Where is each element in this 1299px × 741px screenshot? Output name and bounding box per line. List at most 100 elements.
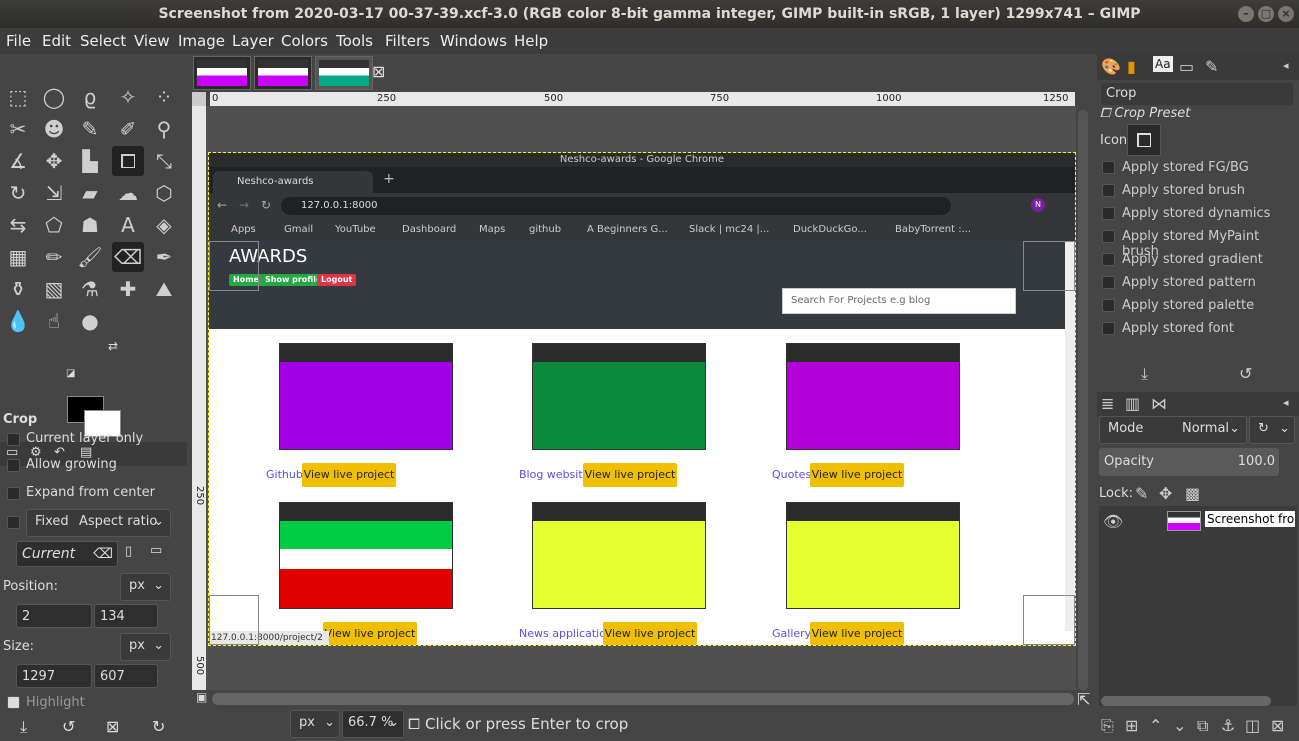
dock-menu-icon[interactable]: ◂ xyxy=(1283,59,1289,72)
channels-tab-icon[interactable]: ▥ xyxy=(1125,394,1140,413)
fuzzy-select-icon[interactable]: ✧ xyxy=(112,82,144,112)
menu-image[interactable]: Image xyxy=(178,32,225,50)
duplicate-layer-icon[interactable]: ⧉ xyxy=(1197,716,1208,736)
quick-mask-icon[interactable]: ▣ xyxy=(196,690,207,704)
free-select-icon[interactable]: ϱ xyxy=(74,82,106,112)
smudge-icon[interactable]: ☗ xyxy=(74,210,106,240)
landscape-icon[interactable]: ▭ xyxy=(150,543,162,558)
blur-icon[interactable]: 💧 xyxy=(2,306,34,336)
current-layer-only-checkbox[interactable] xyxy=(7,433,20,446)
anchor-layer-icon[interactable]: ⚓ xyxy=(1221,716,1235,735)
scale-icon[interactable]: ⇲ xyxy=(38,178,70,208)
apply-mypaint-checkbox[interactable] xyxy=(1102,230,1115,243)
heal-icon[interactable]: ✚ xyxy=(112,274,144,304)
rotate-icon[interactable]: ↻ xyxy=(2,178,34,208)
lower-layer-icon[interactable]: ⌄ xyxy=(1173,716,1186,735)
maximize-icon[interactable]: □ xyxy=(1258,6,1274,22)
palettes-tab-icon[interactable]: ▭ xyxy=(1179,57,1194,76)
apply-brush-checkbox[interactable] xyxy=(1102,184,1115,197)
default-colors-icon[interactable]: ◪ xyxy=(66,368,75,379)
expand-from-center-checkbox[interactable] xyxy=(7,487,20,500)
size-unit-dropdown[interactable]: px ⌄ xyxy=(120,633,171,661)
lock-alpha-icon[interactable]: ▩ xyxy=(1185,484,1200,503)
unified-transform-icon[interactable]: ⤡ xyxy=(148,146,180,176)
composite-mode-dropdown[interactable]: ↻ ⌄ xyxy=(1249,416,1295,444)
image-tab-1[interactable] xyxy=(193,56,251,90)
paths-icon[interactable]: ✎ xyxy=(74,114,106,144)
mode-dropdown[interactable]: Mode Normal ⌄ xyxy=(1099,416,1247,444)
image-tab-2[interactable] xyxy=(254,56,312,90)
save-options-icon[interactable]: ⤓ xyxy=(20,717,27,737)
fixed-aspect-dropdown[interactable]: Fixed Aspect ratio ⌄ xyxy=(26,509,171,537)
move-icon[interactable]: ✥ xyxy=(38,146,70,176)
scissors-icon[interactable]: ✂ xyxy=(2,114,34,144)
zoom-input[interactable]: 66.7 % ⌄ xyxy=(342,710,404,738)
apply-gradient-checkbox[interactable] xyxy=(1102,253,1115,266)
ruler-corner[interactable] xyxy=(192,92,206,106)
mypaint-brush-icon[interactable]: ▧ xyxy=(38,274,70,304)
menu-layer[interactable]: Layer xyxy=(232,32,274,50)
swap-colors-icon[interactable]: ⇄ xyxy=(108,339,118,353)
perspective-clone-icon[interactable]: ⛰ xyxy=(148,274,180,304)
size-height-input[interactable]: 607 xyxy=(94,664,158,688)
perspective-icon[interactable]: ⬡ xyxy=(148,178,180,208)
airbrush-icon[interactable]: ✒ xyxy=(148,242,180,272)
portrait-icon[interactable]: ▯ xyxy=(125,544,132,559)
crop-handle-bottom-right[interactable] xyxy=(1023,595,1075,645)
preset-name-input[interactable]: Crop xyxy=(1101,83,1293,105)
unit-dropdown[interactable]: px ⌄ xyxy=(290,710,340,738)
bucket-fill-icon[interactable]: ◈ xyxy=(148,210,180,240)
warp-icon[interactable]: ☁ xyxy=(112,178,144,208)
ellipse-select-icon[interactable]: ◯ xyxy=(38,82,70,112)
visibility-eye-icon[interactable]: 👁 xyxy=(1103,512,1123,531)
layers-tab-icon[interactable]: ≣ xyxy=(1101,394,1114,413)
eraser-icon[interactable]: ⌫ xyxy=(112,242,144,272)
gradient-icon[interactable]: ▦ xyxy=(2,242,34,272)
restore-options-icon[interactable]: ↺ xyxy=(62,717,75,736)
ruler-horizontal[interactable]: 0 250 500 750 1000 1250 xyxy=(210,92,1075,106)
position-y-input[interactable]: 134 xyxy=(94,604,158,628)
mask-layer-icon[interactable]: ◫ xyxy=(1245,716,1260,735)
brushes-tab-icon[interactable]: 🎨 xyxy=(1101,57,1121,76)
dock-menu-icon[interactable]: ◂ xyxy=(1283,396,1289,409)
menu-windows[interactable]: Windows xyxy=(440,32,507,50)
delete-layer-icon[interactable]: ⊠ xyxy=(1271,716,1284,735)
align-icon[interactable]: ▙ xyxy=(74,146,106,176)
close-tab-icon[interactable]: ⊠ xyxy=(372,62,385,81)
image-tab-3[interactable] xyxy=(315,56,373,90)
position-unit-dropdown[interactable]: px ⌄ xyxy=(120,573,171,601)
crop-handle-bottom-left[interactable] xyxy=(209,595,259,645)
zoom-icon[interactable]: ⚲ xyxy=(148,114,180,144)
apply-dynamics-checkbox[interactable] xyxy=(1102,207,1115,220)
size-width-input[interactable]: 1297 xyxy=(16,664,92,688)
vertical-scrollbar[interactable] xyxy=(1078,110,1088,690)
image-canvas[interactable]: Neshco-awards - Google Chrome Neshco-awa… xyxy=(208,152,1076,646)
reset-options-icon[interactable]: ↻ xyxy=(152,717,165,736)
tool-options-tab-icon[interactable]: ▭ xyxy=(6,445,18,460)
allow-growing-checkbox[interactable] xyxy=(7,459,20,472)
patterns-tab-icon[interactable]: ▮ xyxy=(1127,57,1136,76)
tool-presets-tab-icon[interactable]: ✎ xyxy=(1205,57,1218,76)
horizontal-scrollbar[interactable] xyxy=(212,693,1074,705)
dodge-burn-icon[interactable]: ● xyxy=(74,306,106,336)
layers-scrollbar[interactable] xyxy=(1101,696,1271,706)
ink-icon[interactable]: ⚱ xyxy=(2,274,34,304)
raise-layer-icon[interactable]: ⌃ xyxy=(1149,716,1162,735)
restore-preset-icon[interactable]: ↺ xyxy=(1239,364,1252,383)
position-x-input[interactable]: 2 xyxy=(16,604,92,628)
foreground-select-icon[interactable]: ☻ xyxy=(38,114,70,144)
new-layer-group-icon[interactable]: ⊞ xyxy=(1125,716,1138,735)
lock-pixels-icon[interactable]: ✎ xyxy=(1135,484,1148,503)
crop-handle-top-right[interactable] xyxy=(1023,241,1075,291)
menu-help[interactable]: Help xyxy=(514,32,548,50)
clone-icon[interactable]: ⚗ xyxy=(74,274,106,304)
crop-icon[interactable]: ⧠ xyxy=(112,146,144,176)
layer-row[interactable]: 👁 Screenshot from xyxy=(1099,508,1297,534)
crop-handle-top-left[interactable] xyxy=(209,241,259,291)
new-layer-icon[interactable]: ⎘ xyxy=(1101,716,1114,736)
apply-palette-checkbox[interactable] xyxy=(1102,299,1115,312)
apply-fg-bg-checkbox[interactable] xyxy=(1102,161,1115,174)
shear-icon[interactable]: ▰ xyxy=(74,178,106,208)
menu-file[interactable]: File xyxy=(6,32,31,50)
close-icon[interactable]: × xyxy=(1278,6,1294,22)
